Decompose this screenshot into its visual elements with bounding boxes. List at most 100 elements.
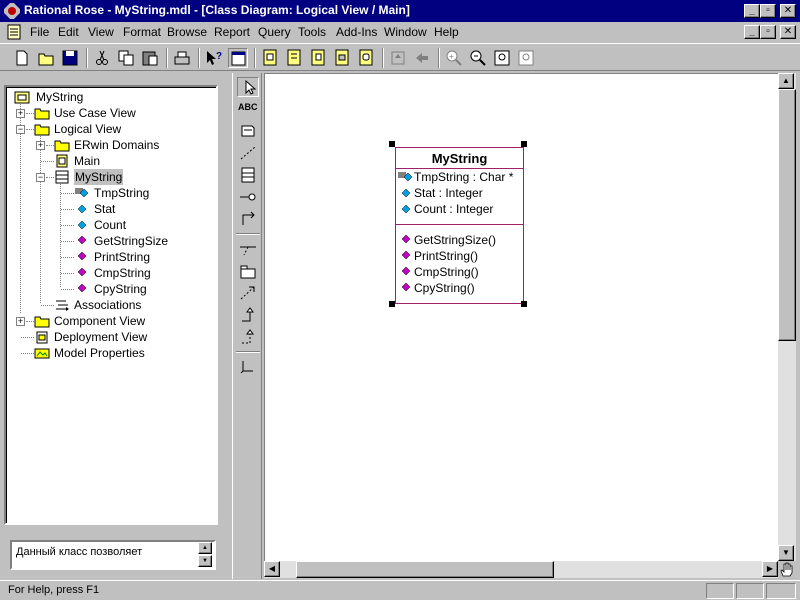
- tree-item-erwin-domains[interactable]: ERwin Domains: [54, 137, 214, 153]
- browse-state-diagram-button[interactable]: [356, 48, 376, 68]
- tree-item-logical-view[interactable]: Logical View: [34, 121, 214, 137]
- maximize-button[interactable]: ▫: [760, 4, 776, 18]
- tree-item-attribute[interactable]: TmpString: [74, 185, 214, 201]
- mystring-expander[interactable]: −: [36, 173, 45, 182]
- tree-label: CpyString: [94, 282, 147, 296]
- doc-scroll-up[interactable]: ▲: [198, 542, 212, 554]
- selection-handle[interactable]: [521, 141, 527, 147]
- class-tool[interactable]: [237, 165, 259, 185]
- scroll-down-button[interactable]: ▼: [778, 545, 794, 561]
- tree-item-operation[interactable]: CmpString: [74, 265, 214, 281]
- tree-item-main-diagram[interactable]: Main: [54, 153, 214, 169]
- tree-item-operation[interactable]: GetStringSize: [74, 233, 214, 249]
- tree-item-deployment-view[interactable]: Deployment View: [34, 329, 214, 345]
- note-tool[interactable]: [237, 121, 259, 141]
- menu-window[interactable]: Window: [384, 25, 427, 39]
- use-case-view-expander[interactable]: +: [16, 109, 25, 118]
- print-button[interactable]: [172, 48, 192, 68]
- attribute-icon: [77, 204, 87, 214]
- menu-add-ins[interactable]: Add-Ins: [336, 25, 377, 39]
- child-restore-button[interactable]: ▫: [760, 25, 776, 39]
- menu-tools[interactable]: Tools: [298, 25, 326, 39]
- vertical-scroll-thumb[interactable]: [778, 89, 796, 341]
- tree-item-attribute[interactable]: Count: [74, 217, 214, 233]
- menu-report[interactable]: Report: [214, 25, 250, 39]
- documentation-window[interactable]: Данный класс позволяет ▲ ▼: [10, 540, 216, 570]
- scroll-right-button[interactable]: ▶: [762, 561, 778, 577]
- rose-app-icon: [4, 3, 20, 19]
- menu-file[interactable]: File: [30, 25, 49, 39]
- association-class-tool[interactable]: [237, 239, 259, 259]
- selection-tool[interactable]: [237, 77, 259, 97]
- generalization-tool[interactable]: [237, 305, 259, 325]
- menu-edit[interactable]: Edit: [58, 25, 79, 39]
- erwin-domains-expander[interactable]: +: [36, 141, 45, 150]
- component-view-expander[interactable]: +: [16, 317, 25, 326]
- tree-label: ERwin Domains: [74, 138, 160, 152]
- tree-root[interactable]: MyString: [14, 89, 214, 105]
- zoom-out-button[interactable]: [468, 48, 488, 68]
- cut-button[interactable]: [92, 48, 112, 68]
- context-help-icon: ?: [207, 51, 222, 65]
- horizontal-scroll-thumb[interactable]: [296, 561, 554, 578]
- tree-label: Associations: [74, 298, 142, 312]
- scroll-left-button[interactable]: ◀: [264, 561, 280, 577]
- new-button[interactable]: [12, 48, 32, 68]
- paste-button[interactable]: [140, 48, 160, 68]
- context-help-button[interactable]: ?: [204, 48, 224, 68]
- package-tool[interactable]: [237, 261, 259, 281]
- realize-tool[interactable]: [237, 327, 259, 347]
- doc-scroll-down[interactable]: ▼: [198, 555, 212, 567]
- tree-item-component-view[interactable]: Component View: [34, 313, 214, 329]
- menu-help[interactable]: Help: [434, 25, 459, 39]
- tree-item-mystring-class[interactable]: MyString: [54, 169, 214, 185]
- interface-tool[interactable]: [237, 187, 259, 207]
- view-doc-icon: [231, 51, 246, 66]
- tree-item-attribute[interactable]: Stat: [74, 201, 214, 217]
- selection-handle[interactable]: [521, 301, 527, 307]
- text-tool[interactable]: ABC: [237, 99, 259, 119]
- tree-label: CmpString: [94, 266, 151, 280]
- menu-browse[interactable]: Browse: [167, 25, 207, 39]
- aggregation-tool[interactable]: [237, 357, 259, 377]
- child-close-button[interactable]: ✕: [780, 25, 796, 39]
- zoom-in-button[interactable]: +: [444, 48, 464, 68]
- tree-item-operation[interactable]: PrintString: [74, 249, 214, 265]
- browse-deployment-diagram-button[interactable]: [332, 48, 352, 68]
- logical-view-expander[interactable]: −: [16, 125, 25, 134]
- undo-fit-in-window-button[interactable]: [516, 48, 536, 68]
- pan-button[interactable]: [778, 561, 796, 578]
- copy-button[interactable]: [116, 48, 136, 68]
- browse-parent-button[interactable]: [388, 48, 408, 68]
- menu-query[interactable]: Query: [258, 25, 291, 39]
- selection-handle[interactable]: [389, 141, 395, 147]
- anchor-note-tool[interactable]: [237, 143, 259, 163]
- dependency-tool[interactable]: [237, 283, 259, 303]
- tree-item-associations[interactable]: Associations: [54, 297, 214, 313]
- operation-icon: [77, 267, 87, 277]
- close-button[interactable]: ✕: [780, 4, 796, 18]
- child-minimize-button[interactable]: _: [744, 25, 760, 39]
- document-icon[interactable]: [6, 24, 22, 40]
- unidirectional-association-tool[interactable]: [237, 209, 259, 229]
- browse-class-diagram-button[interactable]: [260, 48, 280, 68]
- minimize-button[interactable]: _: [744, 4, 760, 18]
- scroll-up-button[interactable]: ▲: [778, 73, 794, 89]
- tree-item-model-properties[interactable]: Model Properties: [34, 345, 214, 361]
- tree-item-operation[interactable]: CpyString: [74, 281, 214, 297]
- browse-interaction-diagram-button[interactable]: [284, 48, 304, 68]
- browse-component-diagram-button[interactable]: [308, 48, 328, 68]
- menu-view[interactable]: View: [88, 25, 114, 39]
- title-bar[interactable]: Rational Rose - MyString.mdl - [Class Di…: [0, 0, 800, 22]
- view-documentation-button[interactable]: [228, 48, 248, 68]
- tree-item-use-case-view[interactable]: Use Case View: [34, 105, 214, 121]
- model-browser[interactable]: MyString + Use Case View − Logical View …: [4, 85, 218, 525]
- selection-handle[interactable]: [389, 301, 395, 307]
- menu-format[interactable]: Format: [123, 25, 161, 39]
- fit-in-window-icon: [494, 50, 510, 66]
- previous-diagram-button[interactable]: [412, 48, 432, 68]
- open-button[interactable]: [36, 48, 56, 68]
- fit-in-window-button[interactable]: [492, 48, 512, 68]
- class-mystring-shape[interactable]: MyString TmpString : Char * Stat : Integ…: [395, 147, 524, 304]
- save-button[interactable]: [60, 48, 80, 68]
